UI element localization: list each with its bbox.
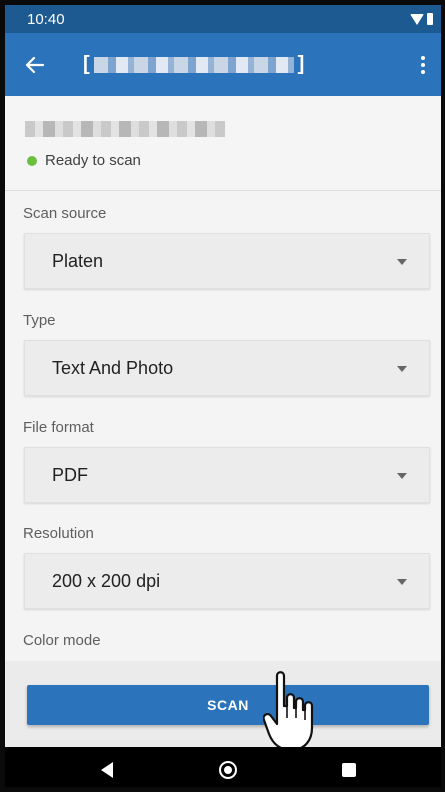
dropdown-arrow-icon — [397, 259, 407, 265]
more-vert-icon — [421, 55, 425, 60]
more-vert-button[interactable] — [405, 33, 441, 96]
file-format-dropdown[interactable]: PDF — [24, 447, 430, 503]
nav-back-button[interactable] — [77, 747, 137, 787]
title-bracket-open: [ — [83, 53, 90, 75]
status-dot-icon — [27, 155, 37, 166]
scan-bar: SCAN — [5, 661, 441, 747]
device-card: Ready to scan — [5, 96, 441, 191]
device-status-text: Ready to scan — [45, 152, 141, 169]
color-mode-label: Color mode — [23, 632, 101, 649]
title-bracket-close: ] — [297, 53, 305, 75]
nav-back-icon — [101, 761, 113, 778]
app-bar: [ ] — [5, 33, 441, 96]
screen: 10:40 [ ] Ready to scan Scan source Plat… — [5, 5, 441, 787]
scan-source-value: Platen — [52, 250, 104, 271]
phone-frame: 10:40 [ ] Ready to scan Scan source Plat… — [0, 0, 445, 792]
scan-source-label: Scan source — [23, 205, 107, 222]
pointing-hand-icon — [263, 671, 314, 752]
scan-settings: Scan source Platen Type Text And Photo F… — [5, 191, 441, 661]
battery-icon — [427, 13, 433, 25]
scan-source-dropdown[interactable]: Platen — [24, 233, 430, 289]
nav-recents-icon — [342, 762, 356, 777]
resolution-label: Resolution — [23, 525, 94, 542]
status-icons — [410, 13, 433, 25]
wifi-icon — [410, 13, 424, 25]
file-format-label: File format — [23, 419, 94, 436]
arrow-left-icon — [25, 56, 45, 73]
android-nav-bar — [5, 747, 441, 787]
redacted-device-name — [25, 121, 225, 137]
nav-recents-button[interactable] — [319, 747, 379, 787]
scan-button[interactable]: SCAN — [27, 685, 429, 725]
status-time: 10:40 — [27, 10, 65, 28]
dropdown-arrow-icon — [397, 579, 407, 585]
type-dropdown[interactable]: Text And Photo — [24, 340, 430, 396]
resolution-dropdown[interactable]: 200 x 200 dpi — [24, 553, 430, 609]
dropdown-arrow-icon — [397, 473, 407, 479]
nav-home-icon — [219, 760, 237, 779]
device-status: Ready to scan — [27, 152, 141, 169]
back-button[interactable] — [5, 33, 65, 96]
dropdown-arrow-icon — [397, 366, 407, 372]
nav-home-button[interactable] — [198, 747, 258, 787]
redacted-printer-name — [93, 56, 294, 73]
printer-title: [ ] — [65, 53, 405, 76]
status-bar: 10:40 — [5, 5, 441, 33]
file-format-value: PDF — [52, 464, 88, 485]
type-label: Type — [23, 312, 56, 329]
resolution-value: 200 x 200 dpi — [52, 570, 161, 591]
type-value: Text And Photo — [52, 357, 174, 378]
